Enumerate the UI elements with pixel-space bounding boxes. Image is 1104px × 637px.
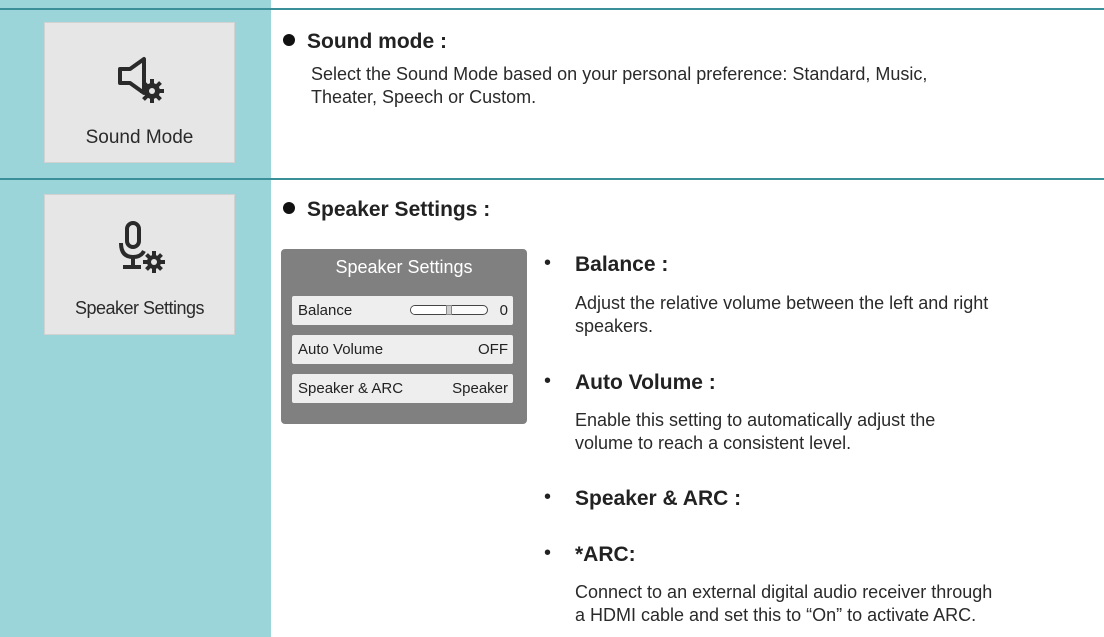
sound-mode-tile: Sound Mode	[44, 22, 235, 163]
menu-row-value: Speaker	[452, 380, 508, 397]
microphone-gear-icon	[118, 221, 165, 273]
section-divider	[0, 178, 1104, 180]
arc-description: Connect to an external digital audio rec…	[575, 581, 992, 627]
menu-row-value: OFF	[478, 341, 508, 358]
arc-description-line: a HDMI cable and set this to “On” to act…	[575, 605, 977, 625]
speaker-arc-heading: Speaker & ARC :	[575, 487, 742, 510]
sound-mode-description: Select the Sound Mode based on your pers…	[311, 63, 927, 109]
speaker-gear-icon	[117, 57, 164, 103]
balance-description-line: Adjust the relative volume between the l…	[575, 293, 989, 313]
arc-description-line: Connect to an external digital audio rec…	[575, 582, 993, 602]
menu-row-value: 0	[499, 302, 508, 319]
balance-slider-fill	[411, 306, 449, 314]
menu-row-label: Speaker & ARC	[298, 380, 404, 397]
top-divider	[0, 8, 1104, 10]
balance-slider[interactable]	[410, 305, 488, 315]
balance-heading: Balance :	[575, 253, 669, 276]
sound-mode-heading-text: Sound mode :	[307, 30, 447, 53]
menu-row-label: Auto Volume	[298, 341, 384, 358]
speaker-settings-tile: Speaker Settings	[44, 194, 235, 335]
speaker-settings-menu: Speaker Settings Balance 0 Auto Volume O…	[281, 249, 527, 424]
item-bullet: •	[544, 370, 552, 392]
menu-row-speaker-arc[interactable]: Speaker & ARC Speaker	[292, 374, 513, 403]
bullet-dot	[283, 202, 295, 215]
sound-mode-tile-label: Sound Mode	[85, 127, 194, 148]
item-bullet: •	[544, 486, 552, 508]
auto-volume-description-line: volume to reach a consistent level.	[575, 433, 852, 453]
arc-heading: *ARC:	[575, 543, 636, 566]
menu-row-label: Balance	[298, 302, 353, 319]
balance-description: Adjust the relative volume between the l…	[575, 292, 988, 338]
item-bullet: •	[544, 252, 552, 274]
balance-description-line: speakers.	[575, 316, 654, 336]
speaker-settings-tile-label: Speaker Settings	[74, 298, 205, 318]
sound-mode-description-line: Select the Sound Mode based on your pers…	[311, 64, 928, 84]
speaker-settings-heading: Speaker Settings :	[283, 198, 490, 222]
item-bullet: •	[544, 542, 552, 564]
menu-row-balance[interactable]: Balance 0	[292, 296, 513, 325]
bullet-dot	[283, 34, 295, 47]
auto-volume-description-line: Enable this setting to automatically adj…	[575, 410, 936, 430]
sound-mode-heading: Sound mode :	[283, 30, 447, 54]
sound-mode-description-line: Theater, Speech or Custom.	[311, 87, 537, 107]
balance-slider-knob[interactable]	[446, 305, 452, 315]
menu-title: Speaker Settings	[335, 257, 473, 277]
speaker-settings-heading-text: Speaker Settings :	[307, 198, 491, 221]
menu-row-auto-volume[interactable]: Auto Volume OFF	[292, 335, 513, 364]
auto-volume-heading: Auto Volume :	[575, 371, 716, 394]
auto-volume-description: Enable this setting to automatically adj…	[575, 409, 935, 455]
